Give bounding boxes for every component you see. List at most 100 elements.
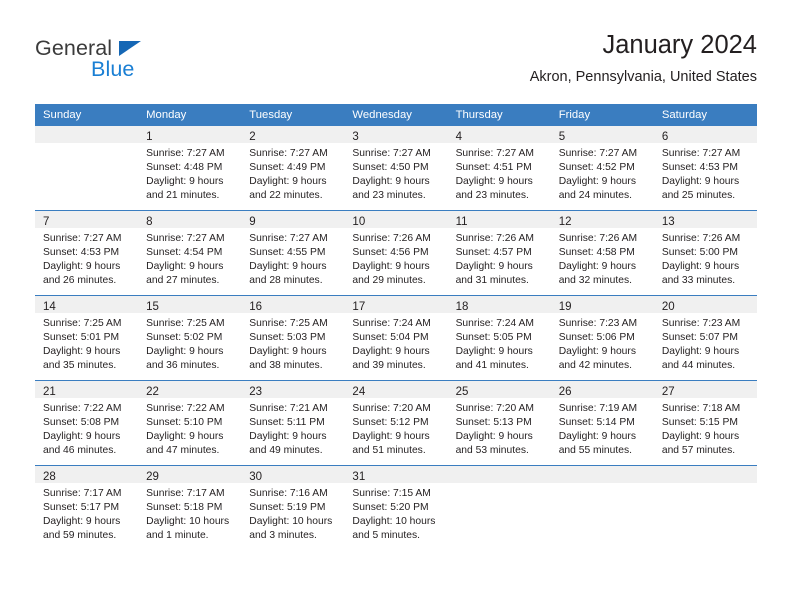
day-number-band: 20 xyxy=(653,296,757,313)
daylight-text-line2: and 22 minutes. xyxy=(249,190,323,202)
day-cell[interactable]: 21 Sunrise: 7:22 AM Sunset: 5:08 PM Dayl… xyxy=(35,380,139,466)
day-number-band: 8 xyxy=(138,211,242,228)
day-details: Sunrise: 7:26 AM Sunset: 4:58 PM Dayligh… xyxy=(551,228,654,288)
daylight-text-line1: Daylight: 9 hours xyxy=(43,261,121,273)
day-cell[interactable]: 4 Sunrise: 7:27 AM Sunset: 4:51 PM Dayli… xyxy=(447,126,551,211)
day-cell[interactable]: 5 Sunrise: 7:27 AM Sunset: 4:52 PM Dayli… xyxy=(550,126,654,211)
day-cell[interactable]: 3 Sunrise: 7:27 AM Sunset: 4:50 PM Dayli… xyxy=(344,126,448,211)
daylight-text-line2: and 28 minutes. xyxy=(249,275,323,287)
sunset-text: Sunset: 4:51 PM xyxy=(455,162,532,174)
day-cell[interactable]: 23 Sunrise: 7:21 AM Sunset: 5:11 PM Dayl… xyxy=(241,380,345,466)
day-details: Sunrise: 7:19 AM Sunset: 5:14 PM Dayligh… xyxy=(551,398,654,458)
day-number-band: 9 xyxy=(241,211,345,228)
day-cell[interactable]: 13 Sunrise: 7:26 AM Sunset: 5:00 PM Dayl… xyxy=(653,210,757,296)
day-number-band: 1 xyxy=(138,126,242,143)
weekday-header-wednesday: Wednesday xyxy=(344,104,448,126)
day-cell[interactable]: 14 Sunrise: 7:25 AM Sunset: 5:01 PM Dayl… xyxy=(35,295,139,381)
day-details: Sunrise: 7:20 AM Sunset: 5:12 PM Dayligh… xyxy=(344,398,447,458)
day-cell[interactable]: 16 Sunrise: 7:25 AM Sunset: 5:03 PM Dayl… xyxy=(241,295,345,381)
daylight-text-line2: and 35 minutes. xyxy=(43,360,117,372)
daylight-text-line2: and 55 minutes. xyxy=(558,445,632,457)
sunrise-text: Sunrise: 7:22 AM xyxy=(146,403,225,414)
day-number-band: 21 xyxy=(35,381,139,398)
day-details: Sunrise: 7:27 AM Sunset: 4:55 PM Dayligh… xyxy=(241,228,344,288)
week-row: 14 Sunrise: 7:25 AM Sunset: 5:01 PM Dayl… xyxy=(35,295,757,381)
day-number-band: 14 xyxy=(35,296,139,313)
day-number: 17 xyxy=(352,301,366,313)
daylight-text-line1: Daylight: 9 hours xyxy=(455,261,533,273)
sunrise-text: Sunrise: 7:27 AM xyxy=(661,148,741,159)
day-cell[interactable]: 1 Sunrise: 7:27 AM Sunset: 4:48 PM Dayli… xyxy=(138,126,242,211)
day-cell[interactable]: 2 Sunrise: 7:27 AM Sunset: 4:49 PM Dayli… xyxy=(241,126,345,211)
week-row: 28 Sunrise: 7:17 AM Sunset: 5:17 PM Dayl… xyxy=(35,465,757,550)
day-cell[interactable]: 22 Sunrise: 7:22 AM Sunset: 5:10 PM Dayl… xyxy=(138,380,242,466)
day-number: 30 xyxy=(249,471,263,483)
daylight-text-line2: and 21 minutes. xyxy=(146,190,220,202)
day-details: Sunrise: 7:18 AM Sunset: 5:15 PM Dayligh… xyxy=(654,398,757,458)
daylight-text-line1: Daylight: 9 hours xyxy=(558,346,636,358)
day-cell[interactable]: 9 Sunrise: 7:27 AM Sunset: 4:55 PM Dayli… xyxy=(241,210,345,296)
day-cell[interactable]: 11 Sunrise: 7:26 AM Sunset: 4:57 PM Dayl… xyxy=(447,210,551,296)
daylight-text-line1: Daylight: 9 hours xyxy=(352,346,430,358)
day-cell[interactable]: 31 Sunrise: 7:15 AM Sunset: 5:20 PM Dayl… xyxy=(344,465,448,550)
day-cell[interactable]: 29 Sunrise: 7:17 AM Sunset: 5:18 PM Dayl… xyxy=(138,465,242,550)
day-number: 26 xyxy=(558,386,572,398)
sunset-text: Sunset: 4:58 PM xyxy=(558,247,635,259)
sunrise-text: Sunrise: 7:26 AM xyxy=(661,233,741,244)
sunset-text: Sunset: 4:48 PM xyxy=(146,162,223,174)
day-cell[interactable]: 27 Sunrise: 7:18 AM Sunset: 5:15 PM Dayl… xyxy=(653,380,757,466)
calendar-page: General Blue January 2024 Akron, Pennsyl… xyxy=(0,0,792,612)
sunrise-text: Sunrise: 7:27 AM xyxy=(455,148,534,159)
day-cell[interactable]: 17 Sunrise: 7:24 AM Sunset: 5:04 PM Dayl… xyxy=(344,295,448,381)
day-number: 19 xyxy=(558,301,572,313)
sunset-text: Sunset: 4:56 PM xyxy=(352,247,429,259)
day-cell[interactable] xyxy=(35,126,139,211)
day-cell[interactable]: 8 Sunrise: 7:27 AM Sunset: 4:54 PM Dayli… xyxy=(138,210,242,296)
daylight-text-line1: Daylight: 9 hours xyxy=(455,176,533,188)
day-details: Sunrise: 7:27 AM Sunset: 4:51 PM Dayligh… xyxy=(448,143,551,203)
sunrise-text: Sunrise: 7:24 AM xyxy=(352,318,431,329)
day-cell[interactable]: 10 Sunrise: 7:26 AM Sunset: 4:56 PM Dayl… xyxy=(344,210,448,296)
day-details: Sunrise: 7:27 AM Sunset: 4:54 PM Dayligh… xyxy=(138,228,241,288)
day-details xyxy=(551,483,654,487)
day-number-band: 25 xyxy=(447,381,551,398)
daylight-text-line1: Daylight: 9 hours xyxy=(146,261,224,273)
day-number-band: 26 xyxy=(550,381,654,398)
sunset-text: Sunset: 5:07 PM xyxy=(661,332,738,344)
daylight-text-line2: and 31 minutes. xyxy=(455,275,529,287)
day-cell[interactable]: 19 Sunrise: 7:23 AM Sunset: 5:06 PM Dayl… xyxy=(550,295,654,381)
day-number: 16 xyxy=(249,301,263,313)
sunrise-text: Sunrise: 7:24 AM xyxy=(455,318,534,329)
sunset-text: Sunset: 5:04 PM xyxy=(352,332,429,344)
day-details: Sunrise: 7:23 AM Sunset: 5:07 PM Dayligh… xyxy=(654,313,757,373)
day-number-band xyxy=(35,126,139,143)
daylight-text-line1: Daylight: 9 hours xyxy=(352,261,430,273)
daylight-text-line2: and 32 minutes. xyxy=(558,275,632,287)
day-cell[interactable]: 30 Sunrise: 7:16 AM Sunset: 5:19 PM Dayl… xyxy=(241,465,345,550)
sunrise-text: Sunrise: 7:27 AM xyxy=(146,233,225,244)
day-details: Sunrise: 7:25 AM Sunset: 5:01 PM Dayligh… xyxy=(35,313,138,373)
day-cell[interactable]: 18 Sunrise: 7:24 AM Sunset: 5:05 PM Dayl… xyxy=(447,295,551,381)
day-cell[interactable]: 20 Sunrise: 7:23 AM Sunset: 5:07 PM Dayl… xyxy=(653,295,757,381)
day-cell[interactable]: 12 Sunrise: 7:26 AM Sunset: 4:58 PM Dayl… xyxy=(550,210,654,296)
day-cell[interactable]: 6 Sunrise: 7:27 AM Sunset: 4:53 PM Dayli… xyxy=(653,126,757,211)
day-number: 7 xyxy=(43,216,50,228)
day-cell[interactable]: 15 Sunrise: 7:25 AM Sunset: 5:02 PM Dayl… xyxy=(138,295,242,381)
day-cell[interactable]: 25 Sunrise: 7:20 AM Sunset: 5:13 PM Dayl… xyxy=(447,380,551,466)
day-details: Sunrise: 7:21 AM Sunset: 5:11 PM Dayligh… xyxy=(241,398,344,458)
day-details xyxy=(448,483,551,487)
day-number-band: 28 xyxy=(35,466,139,483)
day-cell[interactable]: 24 Sunrise: 7:20 AM Sunset: 5:12 PM Dayl… xyxy=(344,380,448,466)
day-cell[interactable]: 26 Sunrise: 7:19 AM Sunset: 5:14 PM Dayl… xyxy=(550,380,654,466)
sunset-text: Sunset: 5:10 PM xyxy=(146,417,223,429)
daylight-text-line1: Daylight: 9 hours xyxy=(455,431,533,443)
daylight-text-line2: and 51 minutes. xyxy=(352,445,426,457)
sunset-text: Sunset: 4:52 PM xyxy=(558,162,635,174)
sunrise-text: Sunrise: 7:25 AM xyxy=(146,318,225,329)
day-cell[interactable]: 7 Sunrise: 7:27 AM Sunset: 4:53 PM Dayli… xyxy=(35,210,139,296)
weekday-header-saturday: Saturday xyxy=(653,104,757,126)
day-number-band xyxy=(550,466,654,483)
sunset-text: Sunset: 4:49 PM xyxy=(249,162,326,174)
daylight-text-line2: and 59 minutes. xyxy=(43,530,117,542)
day-cell[interactable]: 28 Sunrise: 7:17 AM Sunset: 5:17 PM Dayl… xyxy=(35,465,139,550)
